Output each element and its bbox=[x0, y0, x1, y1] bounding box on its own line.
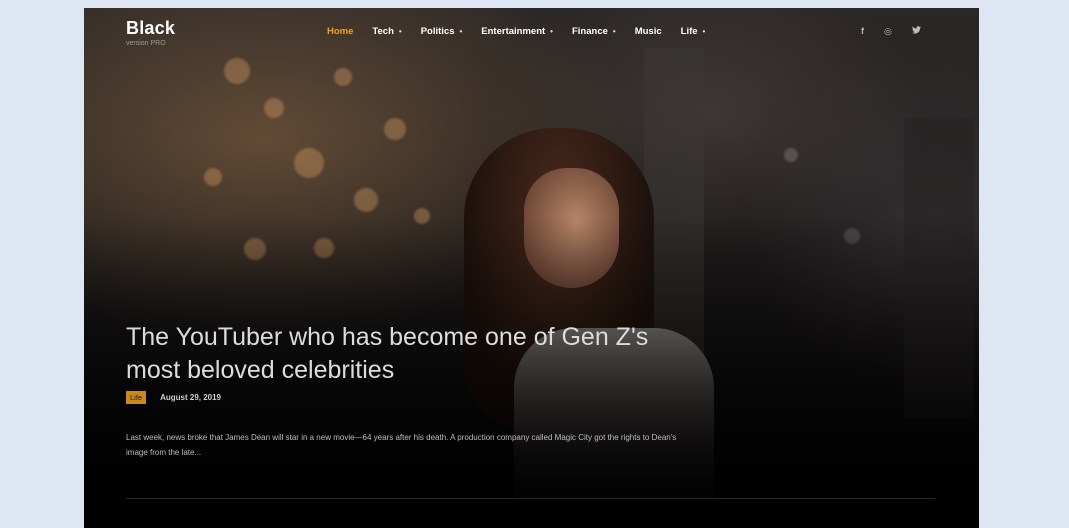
dropdown-dot-icon: • bbox=[398, 27, 402, 36]
divider bbox=[126, 498, 935, 499]
site-frame: Black version PRO Home Tech • Politics • E… bbox=[84, 8, 979, 528]
hero-title[interactable]: The YouTuber who has become one of Gen Z… bbox=[126, 321, 686, 387]
hero-meta: Life August 29, 2019 bbox=[126, 391, 221, 404]
nav-item-politics[interactable]: Politics • bbox=[421, 26, 463, 37]
brand-name: Black bbox=[126, 18, 176, 38]
nav-item-home[interactable]: Home bbox=[327, 26, 353, 37]
nav-item-finance[interactable]: Finance • bbox=[572, 26, 616, 37]
nav-item-life[interactable]: Life • bbox=[681, 26, 706, 37]
dropdown-dot-icon: • bbox=[459, 27, 463, 36]
nav-item-tech[interactable]: Tech • bbox=[372, 26, 401, 37]
facebook-icon[interactable]: f bbox=[861, 26, 864, 37]
dropdown-dot-icon: • bbox=[612, 27, 616, 36]
nav-item-entertainment[interactable]: Entertainment • bbox=[481, 26, 553, 37]
hero-excerpt: Last week, news broke that James Dean wi… bbox=[126, 433, 677, 457]
instagram-icon[interactable]: ◎ bbox=[884, 26, 892, 37]
post-date: August 29, 2019 bbox=[160, 393, 222, 402]
dropdown-dot-icon: • bbox=[702, 27, 706, 36]
dropdown-dot-icon: • bbox=[550, 27, 553, 36]
twitter-icon[interactable] bbox=[911, 26, 921, 37]
site-logo[interactable]: Black version PRO bbox=[126, 18, 175, 47]
brand-subtitle: version PRO bbox=[126, 40, 166, 47]
social-links: f ◎ bbox=[861, 26, 921, 37]
category-badge[interactable]: Life bbox=[126, 391, 147, 404]
main-nav: Home Tech • Politics • Entertainment • Fina… bbox=[327, 26, 724, 37]
nav-item-music[interactable]: Music bbox=[635, 26, 662, 37]
